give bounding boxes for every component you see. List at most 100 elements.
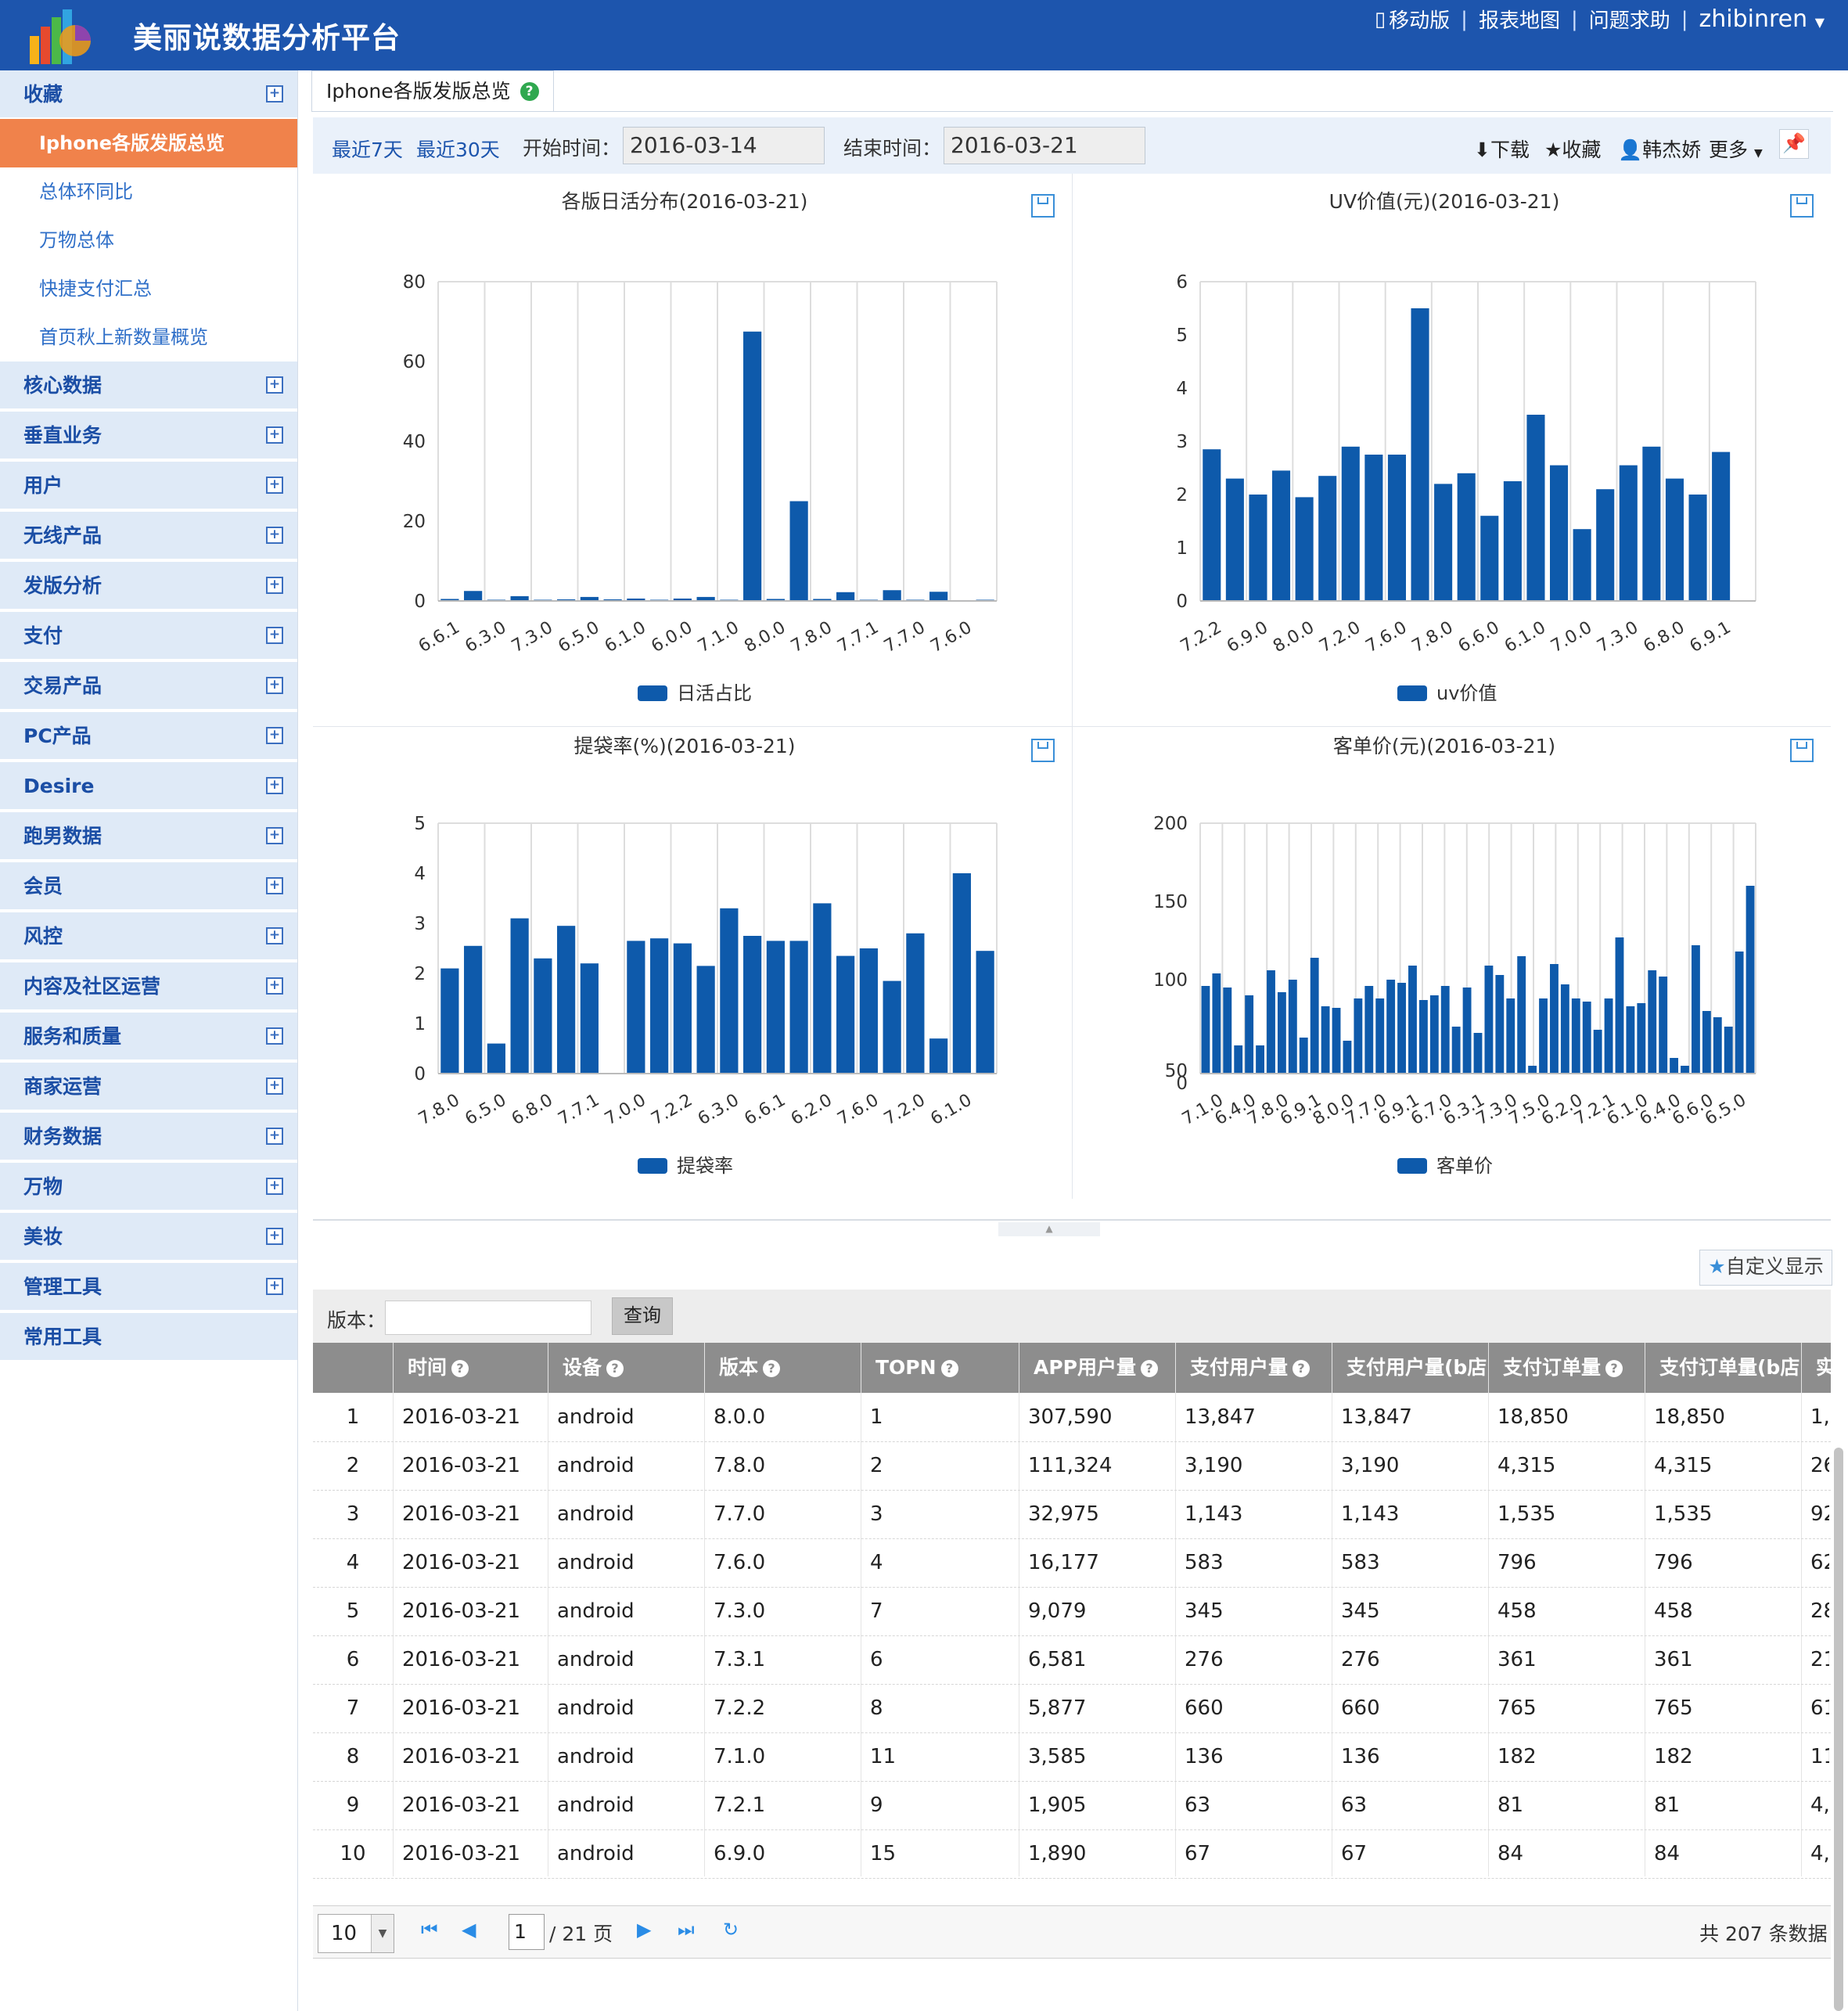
custom-display-button[interactable]: ★自定义显示 <box>1699 1250 1832 1286</box>
table-row[interactable]: 3 2016-03-21 android 7.7.0 3 32,975 1,143 1,143… <box>313 1490 1831 1539</box>
last-page-icon[interactable]: ⏭ <box>678 1919 695 1941</box>
sidebar-group[interactable]: 会员 + <box>0 862 297 911</box>
expand-icon[interactable]: + <box>266 827 283 844</box>
sidebar-group[interactable]: 核心数据 + <box>0 362 297 410</box>
end-date-input[interactable]: 2016-03-21 <box>944 127 1145 164</box>
save-image-icon[interactable] <box>1031 739 1055 762</box>
column-header[interactable]: 支付订单量(b店) <box>1645 1343 1801 1393</box>
owner-button[interactable]: 👤韩杰娇 <box>1618 135 1701 163</box>
expand-icon[interactable]: + <box>266 677 283 694</box>
collapse-handle[interactable]: ▲ <box>998 1222 1100 1236</box>
last-7-days-link[interactable]: 最近7天 <box>332 135 403 163</box>
sidebar-group[interactable]: 发版分析 + <box>0 562 297 610</box>
table-row[interactable]: 9 2016-03-21 android 7.2.1 9 1,905 63 63 81 81 4,3 <box>313 1781 1831 1830</box>
app-logo-icon[interactable] <box>28 6 94 66</box>
first-page-icon[interactable]: ⏮ <box>421 1919 438 1941</box>
sidebar-group[interactable]: 商家运营 + <box>0 1063 297 1111</box>
more-menu[interactable]: 更多 ▼ <box>1709 135 1763 163</box>
table-row[interactable]: 2 2016-03-21 android 7.8.0 2 111,324 3,190 3,19… <box>313 1441 1831 1491</box>
prev-page-icon[interactable]: ◀ <box>462 1919 476 1941</box>
save-image-icon[interactable] <box>1031 194 1055 218</box>
expand-icon[interactable]: + <box>266 426 283 444</box>
help-icon[interactable]: ? <box>1141 1360 1158 1377</box>
expand-icon[interactable]: + <box>266 1027 283 1045</box>
download-button[interactable]: ⬇下载 <box>1474 135 1530 163</box>
expand-icon[interactable]: + <box>266 85 283 103</box>
sidebar-item[interactable]: 万物总体 <box>0 216 297 264</box>
sidebar-item[interactable]: 总体环同比 <box>0 167 297 216</box>
page-size-select[interactable]: 10 ▼ <box>318 1914 394 1953</box>
table-row[interactable]: 1 2016-03-21 android 8.0.0 1 307,590 13,847 13,… <box>313 1393 1831 1442</box>
sidebar-item[interactable]: 首页秋上新数量概览 <box>0 313 297 362</box>
help-link[interactable]: 问题求助 <box>1589 5 1670 34</box>
refresh-icon[interactable]: ↻ <box>723 1919 739 1941</box>
column-header[interactable]: 版本? <box>704 1343 861 1393</box>
sidebar-group[interactable]: 内容及社区运营 + <box>0 962 297 1011</box>
last-30-days-link[interactable]: 最近30天 <box>416 135 500 163</box>
column-header[interactable]: 设备? <box>548 1343 704 1393</box>
next-page-icon[interactable]: ▶ <box>637 1919 651 1941</box>
sidebar-item[interactable]: 快捷支付汇总 <box>0 264 297 313</box>
column-header[interactable]: 支付用户量? <box>1175 1343 1332 1393</box>
column-header[interactable]: 时间? <box>393 1343 548 1393</box>
help-icon[interactable]: ? <box>1605 1360 1623 1377</box>
expand-icon[interactable]: + <box>266 877 283 894</box>
column-header[interactable]: APP用户量? <box>1019 1343 1175 1393</box>
column-header[interactable]: 实 <box>1801 1343 1831 1393</box>
expand-icon[interactable]: + <box>266 1077 283 1095</box>
expand-icon[interactable]: + <box>266 1278 283 1295</box>
sidebar-group[interactable]: 管理工具 + <box>0 1263 297 1311</box>
column-header[interactable]: 支付用户量(b店) <box>1332 1343 1488 1393</box>
expand-icon[interactable]: + <box>266 1178 283 1195</box>
expand-icon[interactable]: + <box>266 927 283 944</box>
table-row[interactable]: 6 2016-03-21 android 7.3.1 6 6,581 276 276 361 36… <box>313 1635 1831 1685</box>
help-icon[interactable]: ? <box>451 1360 469 1377</box>
query-button[interactable]: 查询 <box>612 1297 673 1335</box>
help-icon[interactable]: ? <box>940 1360 958 1377</box>
sidebar-item-active[interactable]: Iphone各版发版总览 <box>0 119 297 167</box>
tab-iphone-overview[interactable]: Iphone各版发版总览 ? <box>311 70 554 112</box>
sidebar-group[interactable]: 无线产品 + <box>0 512 297 560</box>
expand-icon[interactable]: + <box>266 777 283 794</box>
sidebar-group[interactable]: 财务数据 + <box>0 1113 297 1161</box>
save-image-icon[interactable] <box>1790 739 1814 762</box>
help-icon[interactable]: ? <box>1293 1360 1310 1377</box>
expand-icon[interactable]: + <box>266 477 283 494</box>
save-image-icon[interactable] <box>1790 194 1814 218</box>
expand-icon[interactable]: + <box>266 727 283 744</box>
sidebar-group[interactable]: 服务和质量 + <box>0 1013 297 1061</box>
sidebar-group[interactable]: 垂直业务 + <box>0 412 297 460</box>
sidebar-group[interactable]: 用户 + <box>0 462 297 510</box>
sidebar-group[interactable]: 支付 + <box>0 612 297 660</box>
user-menu[interactable]: zhibinren ▼ <box>1699 5 1825 33</box>
scrollbar[interactable] <box>1834 1448 1843 2011</box>
expand-icon[interactable]: + <box>266 577 283 594</box>
help-icon[interactable]: ? <box>763 1360 781 1377</box>
expand-icon[interactable]: + <box>266 527 283 544</box>
version-input[interactable] <box>385 1300 591 1335</box>
mobile-link[interactable]: ▯ 移动版 <box>1375 5 1450 34</box>
sidebar-group[interactable]: Desire + <box>0 762 297 811</box>
table-row[interactable]: 8 2016-03-21 android 7.1.0 11 3,585 136 136 182 1… <box>313 1732 1831 1782</box>
help-icon[interactable]: ? <box>520 82 539 101</box>
start-date-input[interactable]: 2016-03-14 <box>623 127 825 164</box>
favorite-button[interactable]: ★收藏 <box>1544 135 1601 163</box>
table-row[interactable]: 7 2016-03-21 android 7.2.2 8 5,877 660 660 765 76… <box>313 1684 1831 1733</box>
column-header[interactable]: 支付订单量? <box>1488 1343 1645 1393</box>
sidebar-group[interactable]: 常用工具 <box>0 1313 297 1362</box>
expand-icon[interactable]: + <box>266 627 283 644</box>
expand-icon[interactable]: + <box>266 977 283 995</box>
table-row[interactable]: 10 2016-03-21 android 6.9.0 15 1,890 67 67 84 84 4… <box>313 1829 1831 1879</box>
sidebar-group[interactable]: 美妆 + <box>0 1213 297 1261</box>
table-row[interactable]: 5 2016-03-21 android 7.3.0 7 9,079 345 345 458 45… <box>313 1587 1831 1636</box>
expand-icon[interactable]: + <box>266 1228 283 1245</box>
sidebar-group[interactable]: 风控 + <box>0 912 297 961</box>
report-map-link[interactable]: 报表地图 <box>1479 5 1560 34</box>
column-header[interactable]: TOPN? <box>861 1343 1019 1393</box>
expand-icon[interactable]: + <box>266 1128 283 1145</box>
help-icon[interactable]: ? <box>606 1360 624 1377</box>
expand-icon[interactable]: + <box>266 376 283 394</box>
sidebar-group[interactable]: 交易产品 + <box>0 662 297 711</box>
sidebar-group[interactable]: PC产品 + <box>0 712 297 761</box>
sidebar-group-favorites[interactable]: 收藏 + <box>0 70 297 119</box>
